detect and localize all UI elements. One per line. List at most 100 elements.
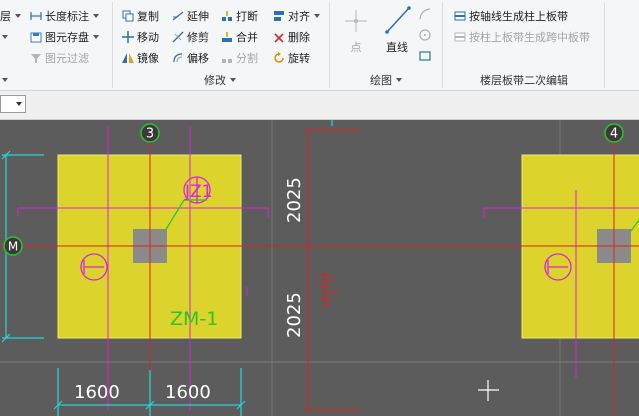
save-element-icon [30, 31, 42, 43]
copy-label: 复制 [137, 10, 159, 23]
delete-icon [273, 31, 285, 43]
gen-middle-strip-button[interactable]: 按柱上板带生成跨中板带 [454, 28, 590, 46]
gen-middle-strip-label: 按柱上板带生成跨中板带 [469, 31, 590, 44]
mirror-label: 镜像 [137, 52, 159, 65]
extend-button[interactable]: 延伸 [172, 7, 209, 25]
annotation-marks [318, 272, 338, 310]
chevron-down-icon [2, 78, 8, 82]
filter-icon [30, 52, 42, 64]
gen-column-strip-button[interactable]: 按轴线生成柱上板带 [454, 7, 568, 25]
merge-label: 合并 [236, 31, 258, 44]
mirror-button[interactable]: 镜像 [122, 49, 159, 67]
axis-bubble-4[interactable]: 4 [604, 123, 624, 143]
copy-button[interactable]: 复制 [122, 7, 159, 25]
cad-drawing: 3 4 M JZ1 ZM-1 1600 1600 2025 2025 [0, 120, 639, 416]
axis-label-4: 4 [610, 127, 618, 142]
ribbon-separator [604, 2, 605, 88]
extend-icon [172, 10, 184, 22]
offset-button[interactable]: 偏移 [172, 49, 209, 67]
point-tool-button[interactable]: 点 [341, 6, 371, 56]
move-icon [122, 31, 134, 43]
chevron-down-icon [93, 35, 99, 39]
strip-edit-group-label: 楼层板带二次编辑 [480, 74, 568, 87]
layer-label: 层 [0, 10, 11, 23]
move-label: 移动 [137, 31, 159, 44]
point-icon [345, 10, 367, 32]
circle-tool-button[interactable] [418, 27, 432, 41]
chevron-down-icon [396, 78, 402, 82]
arc-icon [419, 8, 431, 20]
circle-icon [419, 29, 431, 41]
modify-group-label[interactable]: 修改 [204, 72, 236, 88]
trim-icon [172, 31, 184, 43]
dim-left-text: 1600 [74, 382, 120, 403]
chevron-down-icon [314, 14, 320, 18]
axis-label-3: 3 [146, 127, 154, 142]
line-label: 直线 [386, 41, 408, 54]
rectangle-icon [419, 51, 431, 61]
align-icon [273, 10, 285, 22]
gen-column-strip-label: 按轴线生成柱上板带 [469, 10, 568, 23]
copy-icon [122, 10, 134, 22]
col1-group-caret[interactable] [0, 71, 8, 89]
break-button[interactable]: 打断 [221, 7, 258, 25]
ribbon-separator [112, 2, 113, 88]
align-button[interactable]: 对齐 [273, 7, 320, 25]
line-icon [385, 6, 411, 34]
rotate-label: 旋转 [288, 52, 310, 65]
axis-bubble-3[interactable]: 3 [140, 123, 160, 143]
delete-button[interactable]: 删除 [273, 28, 310, 46]
split-icon [221, 52, 233, 64]
dimension-label: 长度标注 [45, 10, 89, 23]
ribbon-toolbar: 层 长度标注 图元存盘 图元过滤 复制 延伸 打断 对齐 移动 修剪 合并 删除… [0, 0, 639, 91]
ribbon-separator [329, 2, 330, 88]
break-icon [221, 10, 233, 22]
dim-right-text: 1600 [165, 382, 211, 403]
ribbon-separator [442, 2, 443, 88]
split-label: 分割 [236, 52, 258, 65]
mirror-icon [122, 52, 134, 64]
trim-label: 修剪 [187, 31, 209, 44]
save-element-button[interactable]: 图元存盘 [30, 28, 99, 46]
break-label: 打断 [236, 10, 258, 23]
chevron-down-icon [16, 102, 22, 106]
arc-tool-button[interactable] [418, 6, 432, 20]
crosshair-cursor [478, 380, 499, 401]
draw-group-label[interactable]: 绘图 [370, 72, 402, 88]
chevron-down-icon [2, 35, 8, 39]
chevron-down-icon [15, 14, 21, 18]
save-element-label: 图元存盘 [45, 31, 89, 44]
move-button[interactable]: 移动 [122, 28, 159, 46]
merge-button[interactable]: 合并 [221, 28, 258, 46]
layer-caret-button[interactable] [0, 28, 8, 46]
point-label: 点 [350, 41, 362, 54]
column-tag-label: JZ1 [184, 182, 212, 202]
layer-toolbar [0, 91, 639, 120]
align-label: 对齐 [288, 10, 310, 23]
trim-button[interactable]: 修剪 [172, 28, 209, 46]
footing-label: ZM-1 [170, 308, 218, 330]
layer-select[interactable] [0, 95, 26, 113]
rotate-button[interactable]: 旋转 [273, 49, 310, 67]
strip-icon [454, 10, 466, 22]
dim-lower-text: 2025 [284, 292, 305, 338]
delete-label: 删除 [288, 31, 310, 44]
rectangle-tool-button[interactable] [418, 48, 432, 62]
dim-upper-text: 2025 [284, 177, 305, 223]
axis-bubble-m[interactable]: M [3, 236, 23, 256]
rotate-icon [273, 52, 285, 64]
merge-icon [221, 31, 233, 43]
strip-icon [454, 31, 466, 43]
axis-label-m: M [8, 240, 18, 254]
layer-button[interactable]: 层 [0, 7, 21, 25]
split-button[interactable]: 分割 [221, 49, 258, 67]
extend-label: 延伸 [187, 10, 209, 23]
offset-icon [172, 52, 184, 64]
line-tool-button[interactable]: 直线 [380, 4, 414, 56]
drawing-canvas[interactable]: 3 4 M JZ1 ZM-1 1600 1600 2025 2025 [0, 120, 639, 416]
chevron-down-icon [93, 14, 99, 18]
dimension-button[interactable]: 长度标注 [30, 7, 99, 25]
offset-label: 偏移 [187, 52, 209, 65]
filter-element-button[interactable]: 图元过滤 [30, 49, 89, 67]
filter-element-label: 图元过滤 [45, 52, 89, 65]
